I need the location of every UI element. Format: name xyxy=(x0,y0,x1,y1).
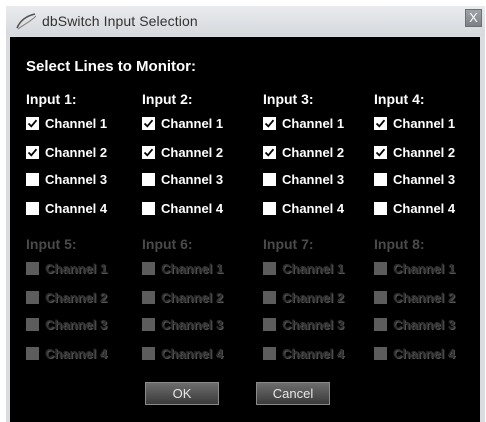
channel-label: Channel 3 xyxy=(45,172,108,187)
channel-label: Channel 3 xyxy=(282,172,345,187)
channel-label: Channel 4 xyxy=(393,346,456,361)
input-group-label: Input 5: xyxy=(26,236,77,252)
input-group-label: Input 6: xyxy=(142,236,193,252)
input-group-label: Input 3: xyxy=(263,91,314,107)
checkbox-box xyxy=(26,347,39,360)
title-bar[interactable]: dbSwitch Input Selection X xyxy=(6,6,485,36)
dialog-window: dbSwitch Input Selection X Select Lines … xyxy=(6,6,485,422)
checkbox-box xyxy=(142,262,155,275)
cancel-button[interactable]: Cancel xyxy=(256,382,330,405)
checkmark-icon xyxy=(143,119,154,128)
input-group-label: Input 8: xyxy=(374,236,425,252)
checkbox-box xyxy=(142,291,155,304)
ok-button[interactable]: OK xyxy=(145,382,219,405)
channel-label: Channel 1 xyxy=(161,116,224,131)
checkbox-box[interactable] xyxy=(142,202,155,215)
channel-label: Channel 2 xyxy=(282,290,345,305)
checkbox-box xyxy=(142,347,155,360)
channel-label: Channel 4 xyxy=(161,346,224,361)
checkmark-icon xyxy=(27,119,38,128)
checkmark-icon xyxy=(264,148,275,157)
channel-label: Channel 2 xyxy=(45,145,108,160)
input-group-label: Input 4: xyxy=(374,91,425,107)
checkbox-box xyxy=(263,291,276,304)
checkbox-box[interactable] xyxy=(142,146,155,159)
input-group-label: Input 2: xyxy=(142,91,193,107)
checkbox-box[interactable] xyxy=(26,173,39,186)
checkbox-box xyxy=(26,262,39,275)
channel-label: Channel 2 xyxy=(161,290,224,305)
checkbox-box xyxy=(26,318,39,331)
checkbox-box[interactable] xyxy=(142,173,155,186)
checkbox-box[interactable] xyxy=(263,146,276,159)
checkbox-box[interactable] xyxy=(374,117,387,130)
checkbox-box[interactable] xyxy=(263,117,276,130)
channel-label: Channel 1 xyxy=(161,261,224,276)
checkmark-icon xyxy=(143,148,154,157)
content-panel: Select Lines to Monitor: Input 1: Channel… xyxy=(10,37,480,422)
checkmark-icon xyxy=(27,148,38,157)
window-title: dbSwitch Input Selection xyxy=(42,13,198,29)
checkbox-box xyxy=(374,318,387,331)
input-group-label: Input 7: xyxy=(263,236,314,252)
checkbox-box[interactable] xyxy=(374,173,387,186)
channel-label: Channel 4 xyxy=(45,346,108,361)
channel-label: Channel 3 xyxy=(45,317,108,332)
checkbox-box xyxy=(142,318,155,331)
checkbox-box[interactable] xyxy=(263,202,276,215)
channel-label: Channel 3 xyxy=(161,172,224,187)
channel-label: Channel 4 xyxy=(45,201,108,216)
checkbox-box xyxy=(374,262,387,275)
checkbox-box[interactable] xyxy=(26,146,39,159)
checkmark-icon xyxy=(264,119,275,128)
channel-label: Channel 3 xyxy=(393,317,456,332)
channel-label: Channel 4 xyxy=(393,201,456,216)
channel-label: Channel 1 xyxy=(393,261,456,276)
channel-label: Channel 4 xyxy=(282,201,345,216)
channel-label: Channel 2 xyxy=(161,145,224,160)
checkbox-box xyxy=(26,291,39,304)
input-group-label: Input 1: xyxy=(26,91,77,107)
checkbox-box xyxy=(263,318,276,331)
channel-label: Channel 4 xyxy=(282,346,345,361)
channel-label: Channel 2 xyxy=(45,290,108,305)
channel-label: Channel 1 xyxy=(45,261,108,276)
channel-label: Channel 3 xyxy=(161,317,224,332)
channel-label: Channel 2 xyxy=(282,145,345,160)
checkbox-box xyxy=(374,347,387,360)
close-button[interactable]: X xyxy=(465,9,482,27)
channel-label: Channel 1 xyxy=(282,116,345,131)
channel-label: Channel 4 xyxy=(161,201,224,216)
checkbox-box[interactable] xyxy=(374,202,387,215)
channel-label: Channel 2 xyxy=(393,290,456,305)
checkbox-box[interactable] xyxy=(26,117,39,130)
checkbox-box[interactable] xyxy=(142,117,155,130)
checkbox-box xyxy=(263,262,276,275)
checkbox-box xyxy=(263,347,276,360)
channel-label: Channel 2 xyxy=(393,145,456,160)
checkmark-icon xyxy=(375,148,386,157)
checkbox-box xyxy=(374,291,387,304)
checkbox-box[interactable] xyxy=(374,146,387,159)
section-heading: Select Lines to Monitor: xyxy=(26,58,197,75)
channel-label: Channel 3 xyxy=(282,317,345,332)
checkbox-box[interactable] xyxy=(26,202,39,215)
channel-label: Channel 1 xyxy=(393,116,456,131)
channel-label: Channel 3 xyxy=(393,172,456,187)
swoosh-logo-icon xyxy=(14,11,38,31)
channel-label: Channel 1 xyxy=(45,116,108,131)
channel-label: Channel 1 xyxy=(282,261,345,276)
checkmark-icon xyxy=(375,119,386,128)
checkbox-box[interactable] xyxy=(263,173,276,186)
